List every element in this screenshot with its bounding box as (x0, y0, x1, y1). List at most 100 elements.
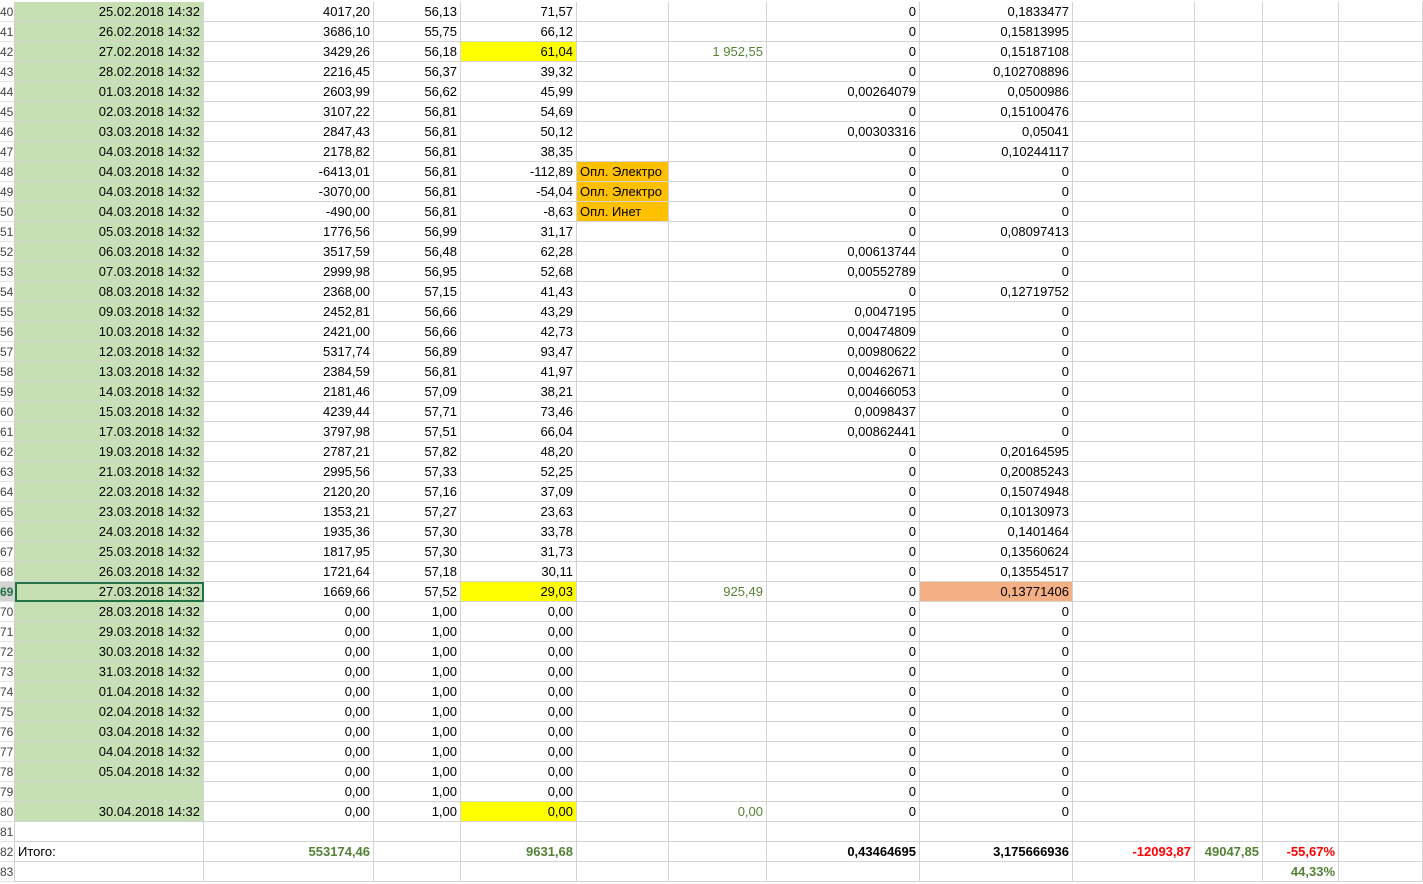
ratio-cell-i[interactable]: 0 (920, 642, 1073, 662)
date-cell[interactable]: 02.03.2018 14:32 (15, 102, 204, 122)
note-cell[interactable] (577, 662, 669, 682)
empty-cell[interactable] (767, 822, 920, 842)
empty-cell[interactable] (1195, 782, 1263, 802)
ratio-cell-i[interactable]: 0,13554517 (920, 562, 1073, 582)
empty-cell[interactable] (1263, 382, 1339, 402)
total-converted[interactable]: 9631,68 (461, 842, 577, 862)
empty-cell[interactable] (1263, 562, 1339, 582)
ratio-cell-h[interactable]: 0 (767, 642, 920, 662)
ratio-cell-h[interactable]: 0 (767, 462, 920, 482)
note-cell[interactable] (577, 282, 669, 302)
date-cell[interactable]: 04.03.2018 14:32 (15, 162, 204, 182)
ratio-cell-i[interactable]: 0,0500986 (920, 82, 1073, 102)
rate-cell[interactable]: 1,00 (374, 702, 461, 722)
ratio-cell-h[interactable]: 0 (767, 722, 920, 742)
date-cell[interactable] (15, 782, 204, 802)
date-cell[interactable]: 04.03.2018 14:32 (15, 142, 204, 162)
note-cell[interactable] (577, 442, 669, 462)
ratio-cell-i[interactable]: 0,13560624 (920, 542, 1073, 562)
empty-cell[interactable] (1073, 622, 1195, 642)
rate-cell[interactable]: 57,27 (374, 502, 461, 522)
empty-cell[interactable] (1073, 382, 1195, 402)
subtotal-cell[interactable] (669, 222, 767, 242)
date-cell[interactable]: 30.03.2018 14:32 (15, 642, 204, 662)
amount-cell[interactable]: 5317,74 (204, 342, 374, 362)
empty-cell[interactable] (1263, 622, 1339, 642)
empty-cell[interactable] (1263, 402, 1339, 422)
amount-cell[interactable]: 1669,66 (204, 582, 374, 602)
converted-cell[interactable]: 73,46 (461, 402, 577, 422)
empty-cell[interactable] (1263, 662, 1339, 682)
ratio-cell-h[interactable]: 0 (767, 582, 920, 602)
row-header[interactable]: 61 (0, 422, 15, 442)
subtotal-cell[interactable] (669, 102, 767, 122)
empty-cell[interactable] (1073, 202, 1195, 222)
empty-cell[interactable] (1073, 242, 1195, 262)
empty-cell[interactable] (1195, 42, 1263, 62)
converted-cell[interactable]: 43,29 (461, 302, 577, 322)
row-header[interactable]: 78 (0, 762, 15, 782)
ratio-cell-h[interactable]: 0 (767, 22, 920, 42)
ratio-cell-h[interactable]: 0 (767, 162, 920, 182)
ratio-cell-h[interactable]: 0 (767, 502, 920, 522)
rate-cell[interactable]: 56,62 (374, 82, 461, 102)
empty-cell[interactable] (1263, 582, 1339, 602)
empty-cell[interactable] (374, 842, 461, 862)
subtotal-cell[interactable] (669, 322, 767, 342)
subtotal-cell[interactable] (669, 162, 767, 182)
row-header[interactable]: 50 (0, 202, 15, 222)
subtotal-cell[interactable] (669, 22, 767, 42)
rate-cell[interactable]: 56,81 (374, 142, 461, 162)
converted-cell[interactable]: 45,99 (461, 82, 577, 102)
empty-cell[interactable] (1263, 442, 1339, 462)
ratio-cell-i[interactable]: 0 (920, 682, 1073, 702)
empty-cell[interactable] (1339, 762, 1423, 782)
row-header[interactable]: 57 (0, 342, 15, 362)
empty-cell[interactable] (1073, 142, 1195, 162)
empty-cell[interactable] (1195, 402, 1263, 422)
converted-cell[interactable]: 93,47 (461, 342, 577, 362)
empty-cell[interactable] (1263, 722, 1339, 742)
empty-cell[interactable] (1073, 762, 1195, 782)
subtotal-cell[interactable] (669, 402, 767, 422)
row-header[interactable]: 80 (0, 802, 15, 822)
row-header[interactable]: 68 (0, 562, 15, 582)
empty-cell[interactable] (1263, 682, 1339, 702)
date-cell[interactable]: 05.04.2018 14:32 (15, 762, 204, 782)
rate-cell[interactable]: 1,00 (374, 802, 461, 822)
ratio-cell-h[interactable]: 0 (767, 442, 920, 462)
ratio-cell-i[interactable]: 0,15100476 (920, 102, 1073, 122)
rate-cell[interactable]: 1,00 (374, 762, 461, 782)
empty-cell[interactable] (1195, 482, 1263, 502)
ratio-cell-h[interactable]: 0,00552789 (767, 262, 920, 282)
ratio-cell-i[interactable]: 0 (920, 782, 1073, 802)
note-cell[interactable] (577, 102, 669, 122)
amount-cell[interactable]: 2216,45 (204, 62, 374, 82)
empty-cell[interactable] (1339, 202, 1423, 222)
ratio-cell-h[interactable]: 0 (767, 762, 920, 782)
empty-cell[interactable] (1263, 2, 1339, 22)
date-cell[interactable]: 27.02.2018 14:32 (15, 42, 204, 62)
converted-cell[interactable]: 23,63 (461, 502, 577, 522)
rate-cell[interactable]: 56,66 (374, 302, 461, 322)
empty-cell[interactable] (1339, 602, 1423, 622)
ratio-cell-h[interactable]: 0 (767, 42, 920, 62)
empty-cell[interactable] (1073, 542, 1195, 562)
subtotal-cell[interactable] (669, 662, 767, 682)
rate-cell[interactable]: 56,13 (374, 2, 461, 22)
note-cell[interactable] (577, 302, 669, 322)
amount-cell[interactable]: 2181,46 (204, 382, 374, 402)
empty-cell[interactable] (1073, 682, 1195, 702)
rate-cell[interactable]: 57,52 (374, 582, 461, 602)
converted-cell[interactable]: 61,04 (461, 42, 577, 62)
subtotal-cell[interactable] (669, 442, 767, 462)
note-cell[interactable] (577, 782, 669, 802)
ratio-cell-i[interactable]: 0 (920, 382, 1073, 402)
date-cell[interactable]: 05.03.2018 14:32 (15, 222, 204, 242)
note-cell[interactable] (577, 582, 669, 602)
ratio-cell-h[interactable]: 0 (767, 682, 920, 702)
empty-cell[interactable] (1195, 162, 1263, 182)
ratio-cell-h[interactable]: 0,0098437 (767, 402, 920, 422)
amount-cell[interactable]: 0,00 (204, 742, 374, 762)
empty-cell[interactable] (15, 822, 204, 842)
